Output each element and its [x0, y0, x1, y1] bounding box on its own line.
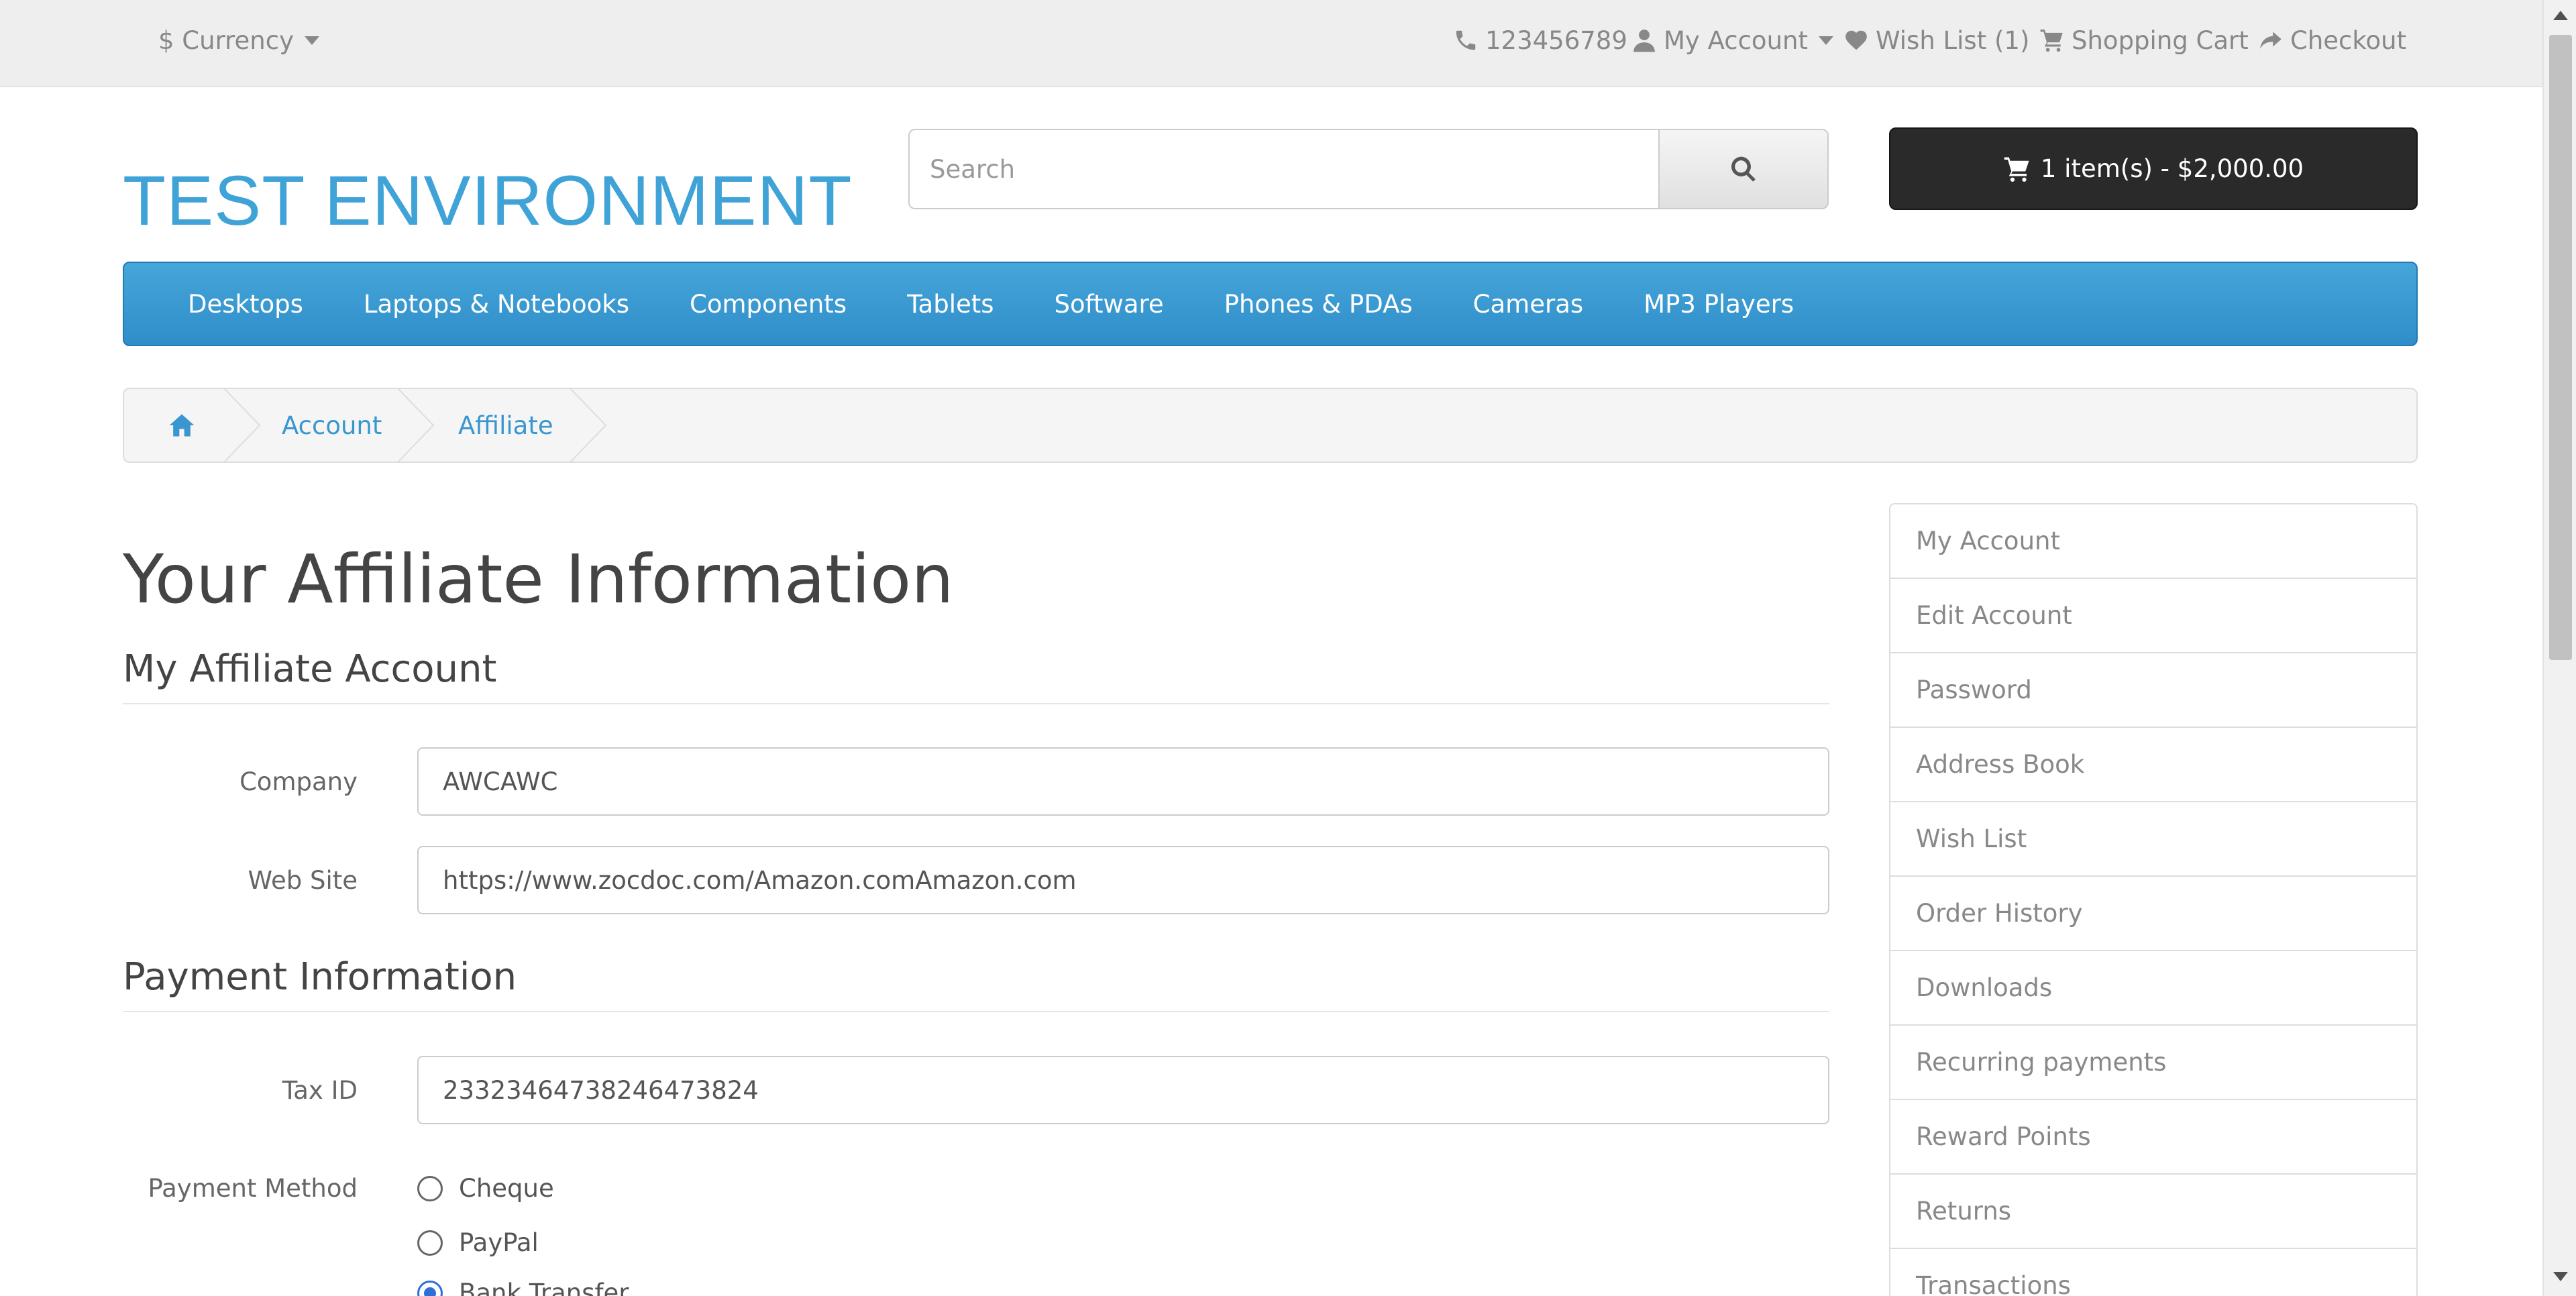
sidebar-item-my-account[interactable]: My Account [1890, 504, 2416, 579]
scrollbar-thumb[interactable] [2549, 35, 2572, 660]
menu-item-desktops[interactable]: Desktops [188, 290, 303, 319]
currency-label: $ Currency [158, 25, 294, 55]
sidebar-item-order-history[interactable]: Order History [1890, 877, 2416, 951]
heart-icon [1845, 30, 1867, 50]
radio-bank-transfer[interactable] [417, 1280, 443, 1296]
page-scrollbar[interactable] [2542, 0, 2576, 1296]
shopping-cart-label: Shopping Cart [2072, 25, 2249, 55]
breadcrumb-separator [397, 389, 435, 462]
scroll-up-icon[interactable] [2553, 11, 2568, 20]
page: $ Currency 123456789 My Account Wish Lis… [0, 0, 2576, 1296]
category-menu: Desktops Laptops & Notebooks Components … [123, 262, 2418, 346]
sidebar-item-transactions[interactable]: Transactions [1890, 1249, 2416, 1296]
payment-method-cheque[interactable]: Cheque [417, 1174, 554, 1203]
sidebar-item-returns[interactable]: Returns [1890, 1175, 2416, 1249]
chevron-down-icon [305, 36, 320, 45]
company-field[interactable] [417, 747, 1829, 816]
search-button[interactable] [1658, 129, 1829, 209]
breadcrumb-separator [223, 389, 261, 462]
company-label: Company [239, 767, 358, 796]
breadcrumb-affiliate[interactable]: Affiliate [458, 389, 553, 462]
sidebar-item-edit-account[interactable]: Edit Account [1890, 579, 2416, 653]
page-title: Your Affiliate Information [123, 540, 954, 618]
breadcrumb-separator [570, 389, 607, 462]
sidebar-item-password[interactable]: Password [1890, 653, 2416, 728]
payment-method-bank-transfer[interactable]: Bank Transfer [417, 1279, 629, 1296]
phone-icon [1456, 30, 1476, 50]
sidebar-item-wish-list[interactable]: Wish List [1890, 802, 2416, 877]
radio-paypal-label: PayPal [459, 1228, 539, 1257]
tax-id-field[interactable] [417, 1056, 1829, 1124]
my-account-dropdown[interactable]: My Account [1631, 20, 1833, 60]
user-icon [1633, 30, 1655, 52]
menu-item-tablets[interactable]: Tablets [907, 290, 994, 319]
checkout-label: Checkout [2290, 25, 2407, 55]
cart-icon [2004, 157, 2029, 182]
phone-number: 123456789 [1485, 25, 1627, 55]
website-field[interactable] [417, 846, 1829, 914]
search-input[interactable] [908, 129, 1660, 209]
sidebar-item-address-book[interactable]: Address Book [1890, 728, 2416, 802]
share-icon [2260, 32, 2282, 49]
payment-method-label: Payment Method [148, 1174, 358, 1203]
scroll-down-icon[interactable] [2553, 1272, 2568, 1281]
search-icon [1731, 156, 1756, 182]
payment-method-paypal[interactable]: PayPal [417, 1228, 539, 1257]
sidebar-item-reward-points[interactable]: Reward Points [1890, 1100, 2416, 1175]
store-logo[interactable]: TEST ENVIRONMENT [123, 161, 852, 241]
menu-item-software[interactable]: Software [1055, 290, 1164, 319]
website-label: Web Site [248, 866, 358, 895]
phone-link[interactable]: 123456789 [1453, 20, 1627, 60]
shopping-cart-link[interactable]: Shopping Cart [2039, 20, 2249, 60]
cart-icon [2040, 30, 2063, 52]
radio-bank-transfer-label: Bank Transfer [459, 1279, 629, 1296]
menu-item-laptops[interactable]: Laptops & Notebooks [364, 290, 629, 319]
breadcrumb-account[interactable]: Account [282, 389, 382, 462]
sidebar-item-downloads[interactable]: Downloads [1890, 951, 2416, 1026]
chevron-down-icon [1818, 36, 1833, 45]
breadcrumb: Account Affiliate [123, 388, 2418, 463]
menu-item-mp3[interactable]: MP3 Players [1644, 290, 1794, 319]
breadcrumb-home[interactable] [167, 389, 197, 462]
top-bar: $ Currency 123456789 My Account Wish Lis… [0, 0, 2542, 87]
sidebar-item-recurring-payments[interactable]: Recurring payments [1890, 1026, 2416, 1100]
home-icon [169, 414, 195, 437]
cart-summary-button[interactable]: 1 item(s) - $2,000.00 [1889, 127, 2418, 210]
radio-cheque[interactable] [417, 1175, 443, 1201]
menu-item-cameras[interactable]: Cameras [1473, 290, 1583, 319]
checkout-link[interactable]: Checkout [2258, 20, 2406, 60]
cart-summary-label: 1 item(s) - $2,000.00 [2040, 154, 2304, 183]
menu-item-phones[interactable]: Phones & PDAs [1224, 290, 1413, 319]
my-account-label: My Account [1664, 25, 1808, 55]
section-heading-affiliate-account: My Affiliate Account [123, 647, 1829, 704]
wish-list-label: Wish List (1) [1876, 25, 2030, 55]
radio-paypal[interactable] [417, 1230, 443, 1256]
account-sidebar: My Account Edit Account Password Address… [1889, 503, 2418, 1296]
wish-list-link[interactable]: Wish List (1) [1843, 20, 2029, 60]
tax-id-label: Tax ID [282, 1076, 358, 1105]
section-heading-payment-information: Payment Information [123, 955, 1829, 1012]
menu-item-components[interactable]: Components [690, 290, 847, 319]
currency-dropdown[interactable]: $ Currency [158, 20, 320, 60]
radio-cheque-label: Cheque [459, 1174, 554, 1203]
